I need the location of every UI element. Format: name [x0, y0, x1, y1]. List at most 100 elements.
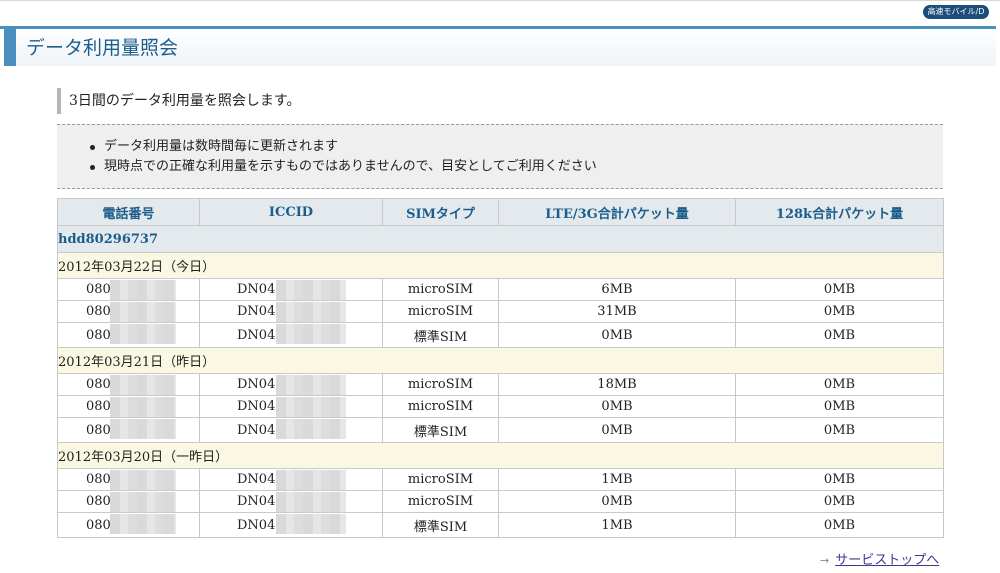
lte-cell: 6MB	[498, 278, 736, 301]
lte-cell: 0MB	[498, 395, 736, 418]
redaction-mask	[110, 280, 176, 300]
k128-cell: 0MB	[735, 322, 944, 348]
redaction-mask	[110, 324, 176, 344]
redaction-mask	[276, 375, 346, 395]
iccid-cell: DN040	[199, 512, 383, 538]
table-row: 080- DN040 標準SIM 0MB 0MB	[57, 322, 944, 348]
notes-box: データ利用量は数時間毎に更新されます 現時点での正確な利用量を示すものではありま…	[57, 124, 943, 189]
redaction-mask	[276, 324, 346, 344]
redaction-mask	[110, 302, 176, 322]
note-text: データ利用量は数時間毎に更新されます	[104, 139, 339, 154]
k128-cell: 0MB	[735, 468, 944, 491]
iccid-cell: DN040	[199, 278, 383, 301]
k128-cell: 0MB	[735, 417, 944, 443]
iccid-cell: DN040	[199, 300, 383, 323]
lte-cell: 31MB	[498, 300, 736, 323]
service-top-link[interactable]: サービストップへ	[835, 553, 939, 568]
sim-type-cell: 標準SIM	[382, 512, 499, 538]
table-row: 080- DN040 標準SIM 1MB 0MB	[57, 512, 944, 538]
table-row: 080- DN040 microSIM 6MB 0MB	[57, 278, 944, 301]
redaction-mask	[276, 397, 346, 417]
lte-cell: 1MB	[498, 468, 736, 491]
iccid-cell: DN040	[199, 322, 383, 348]
k128-cell: 0MB	[735, 395, 944, 418]
lte-cell: 0MB	[498, 322, 736, 348]
iccid-cell: DN040	[199, 373, 383, 396]
lte-cell: 18MB	[498, 373, 736, 396]
iccid-cell: DN040	[199, 468, 383, 491]
table-header-row: 電話番号 ICCID SIMタイプ LTE/3G合計パケット量 128k合計パケ…	[57, 198, 944, 226]
header-iccid: ICCID	[199, 198, 383, 226]
usage-table: 電話番号 ICCID SIMタイプ LTE/3G合計パケット量 128k合計パケ…	[57, 198, 944, 538]
redaction-mask	[276, 470, 346, 490]
date-row: 2012年03月21日（昨日）	[57, 347, 944, 374]
sim-type-cell: microSIM	[382, 300, 499, 323]
table-row: 080 DN040 microSIM 18MB 0MB	[57, 373, 944, 396]
phone-cell: 080	[57, 417, 200, 443]
phone-cell: 080-	[57, 278, 200, 301]
table-row: 080- DN040 microSIM 1MB 0MB	[57, 468, 944, 491]
date-label: 2012年03月22日（今日）	[57, 252, 944, 279]
user-row: hdd80296737	[57, 225, 944, 253]
note-item: 現時点での正確な利用量を示すものではありませんので、目安としてご利用ください	[87, 157, 597, 177]
redaction-mask	[110, 470, 176, 490]
redaction-mask	[276, 302, 346, 322]
table-row: 080 DN040 標準SIM 0MB 0MB	[57, 417, 944, 443]
header-lte-total: LTE/3G合計パケット量	[498, 198, 736, 226]
iccid-cell: DN040	[199, 490, 383, 513]
sim-type-cell: microSIM	[382, 278, 499, 301]
note-text: 現時点での正確な利用量を示すものではありませんので、目安としてご利用ください	[104, 159, 597, 174]
redaction-mask	[276, 514, 346, 534]
sim-type-cell: microSIM	[382, 395, 499, 418]
sim-type-cell: microSIM	[382, 490, 499, 513]
redaction-mask	[110, 397, 176, 417]
k128-cell: 0MB	[735, 490, 944, 513]
user-id: hdd80296737	[57, 225, 944, 253]
phone-cell: 080	[57, 395, 200, 418]
redaction-mask	[276, 419, 346, 439]
note-item: データ利用量は数時間毎に更新されます	[87, 137, 597, 157]
phone-prefix: 080	[86, 399, 111, 414]
sim-type-cell: 標準SIM	[382, 417, 499, 443]
top-divider	[0, 0, 1000, 1]
header-sim-type: SIMタイプ	[382, 198, 499, 226]
footer-link-container: → サービストップへ	[820, 549, 939, 568]
redaction-mask	[110, 375, 176, 395]
table-row: 080- DN040 microSIM 0MB 0MB	[57, 490, 944, 513]
page-title: データ利用量照会	[26, 37, 179, 59]
service-badge[interactable]: 高速モバイル/D	[923, 5, 989, 19]
intro-text: 3日間のデータ利用量を照会します。	[69, 93, 301, 109]
intro-accent	[57, 88, 61, 114]
table-row: 080- DN040 microSIM 31MB 0MB	[57, 300, 944, 323]
header-128k-total: 128k合計パケット量	[735, 198, 944, 226]
table-row: 080 DN040 microSIM 0MB 0MB	[57, 395, 944, 418]
k128-cell: 0MB	[735, 278, 944, 301]
arrow-right-icon: →	[820, 554, 830, 567]
title-accent	[4, 29, 16, 66]
redaction-mask	[110, 419, 176, 439]
header-phone: 電話番号	[57, 198, 200, 226]
phone-cell: 080-	[57, 490, 200, 513]
sim-type-cell: microSIM	[382, 373, 499, 396]
iccid-cell: DN040	[199, 395, 383, 418]
lte-cell: 0MB	[498, 417, 736, 443]
phone-cell: 080-	[57, 300, 200, 323]
bullet-icon	[90, 145, 95, 150]
k128-cell: 0MB	[735, 512, 944, 538]
phone-cell: 080-	[57, 468, 200, 491]
k128-cell: 0MB	[735, 300, 944, 323]
sim-type-cell: microSIM	[382, 468, 499, 491]
date-label: 2012年03月20日（一昨日）	[57, 442, 944, 469]
lte-cell: 0MB	[498, 490, 736, 513]
redaction-mask	[110, 514, 176, 534]
notes-list: データ利用量は数時間毎に更新されます 現時点での正確な利用量を示すものではありま…	[87, 137, 597, 177]
phone-prefix: 080	[86, 422, 111, 438]
lte-cell: 1MB	[498, 512, 736, 538]
phone-cell: 080-	[57, 512, 200, 538]
iccid-cell: DN040	[199, 417, 383, 443]
date-label: 2012年03月21日（昨日）	[57, 347, 944, 374]
phone-prefix: 080	[86, 377, 111, 392]
k128-cell: 0MB	[735, 373, 944, 396]
date-row: 2012年03月20日（一昨日）	[57, 442, 944, 469]
redaction-mask	[276, 492, 346, 512]
